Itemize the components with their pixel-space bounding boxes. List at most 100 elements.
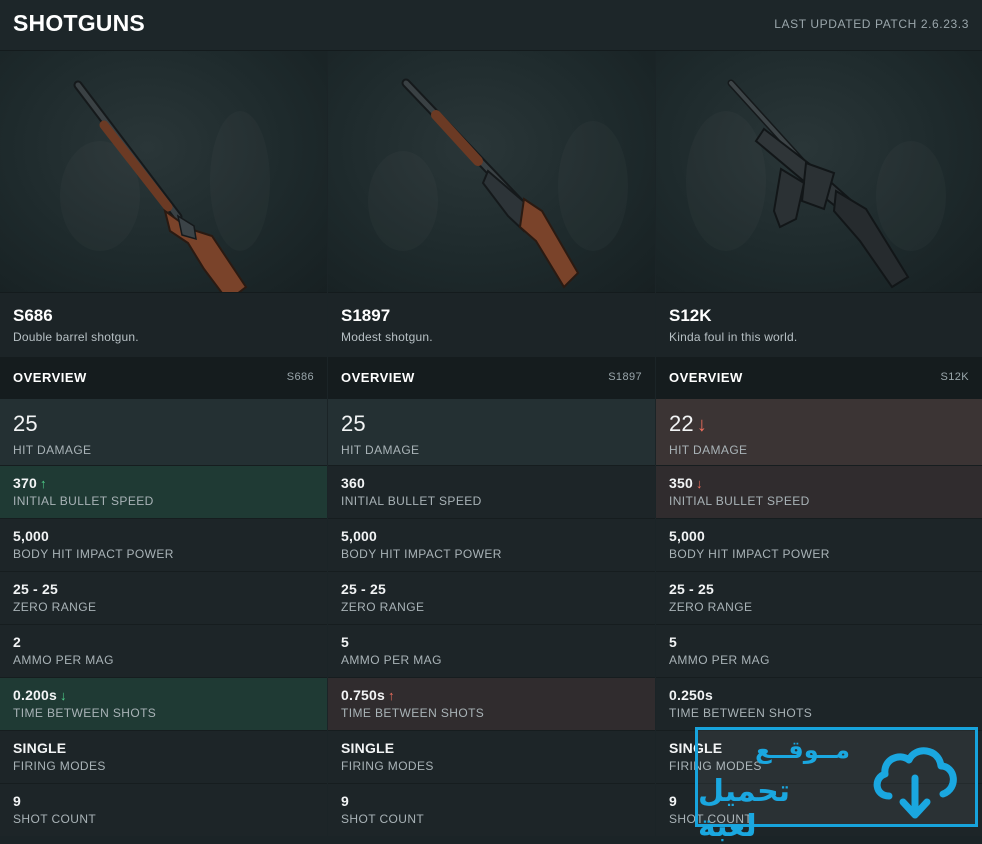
stat-label: TIME BETWEEN SHOTS [669,706,813,720]
stat-initial-bullet-speed: 350 ↓ INITIAL BULLET SPEED [656,465,982,518]
weapon-card[interactable]: S12K Kinda foul in this world. OVERVIEW … [656,51,982,836]
stat-shot-count: 9 SHOT COUNT [0,783,327,836]
stat-label: ZERO RANGE [13,600,97,614]
stat-label: ZERO RANGE [669,600,753,614]
stat-label: HIT DAMAGE [341,443,420,457]
weapon-card[interactable]: S1897 Modest shotgun. OVERVIEW S1897 25 … [328,51,655,836]
weapon-name: S686 [13,306,53,325]
overview-label: OVERVIEW [669,370,743,385]
stat-label: SHOT COUNT [13,812,97,826]
stat-value: 0.750s ↑ [341,687,395,703]
stat-value: SINGLE [341,740,395,756]
stat-label: BODY HIT IMPACT POWER [13,547,174,561]
weapon-description: Kinda foul in this world. [669,330,798,344]
stat-value: 9 [13,793,21,809]
stat-label: INITIAL BULLET SPEED [13,494,154,508]
stat-label: FIRING MODES [13,759,106,773]
stat-zero-range: 25 - 25 ZERO RANGE [656,571,982,624]
overview-tab[interactable]: OVERVIEW S686 [0,357,327,397]
weapon-namecard: S1897 Modest shotgun. [328,292,655,357]
watermark-logo: مــوقــع تحميل لعبة [695,727,978,844]
stat-label: HIT DAMAGE [13,443,92,457]
s12k-shotgun-icon [727,79,910,289]
stat-initial-bullet-speed: 370 ↑ INITIAL BULLET SPEED [0,465,327,518]
stat-shot-count: 9 SHOT COUNT [328,783,655,836]
stat-body-hit-impact-power: 5,000 BODY HIT IMPACT POWER [0,518,327,571]
overview-label: OVERVIEW [341,370,415,385]
arrow-down-icon: ↓ [60,688,67,703]
weapon-code: S686 [286,371,314,383]
stat-value: 5 [669,634,677,650]
weapon-image [0,51,327,292]
stat-value: 25 [13,411,38,436]
stat-value: 5,000 [669,528,706,544]
stat-label: FIRING MODES [341,759,434,773]
stat-ammo-per-mag: 5 AMMO PER MAG [328,624,655,677]
watermark-text-line2: تحميل لعبة [698,774,791,844]
stat-value: 22 ↓ [669,411,708,436]
stat-label: AMMO PER MAG [13,653,114,667]
stat-value: SINGLE [13,740,67,756]
weapon-description: Modest shotgun. [341,330,433,344]
stat-label: HIT DAMAGE [669,443,748,457]
weapon-card[interactable]: S686 Double barrel shotgun. OVERVIEW S68… [0,51,327,836]
s686-shotgun-icon [73,80,248,292]
stat-time-between-shots: 0.200s ↓ TIME BETWEEN SHOTS [0,677,327,730]
stat-value: 5,000 [13,528,50,544]
arrow-up-icon: ↑ [39,476,47,491]
stat-label: SHOT COUNT [341,812,425,826]
stat-hit-damage: 25 HIT DAMAGE [328,397,655,465]
overview-tab[interactable]: OVERVIEW S12K [656,357,982,397]
stat-hit-damage: 22 ↓ HIT DAMAGE [656,397,982,465]
stat-hit-damage: 25 HIT DAMAGE [0,397,327,465]
stat-value: 25 - 25 [13,581,58,597]
weapon-description: Double barrel shotgun. [13,330,139,344]
stat-label: INITIAL BULLET SPEED [341,494,482,508]
overview-tab[interactable]: OVERVIEW S1897 [328,357,655,397]
stat-label: BODY HIT IMPACT POWER [669,547,830,561]
stat-value: 5,000 [341,528,378,544]
stat-value: 25 - 25 [341,581,386,597]
stat-label: TIME BETWEEN SHOTS [341,706,485,720]
stat-value: 5 [341,634,349,650]
stat-label: AMMO PER MAG [341,653,442,667]
stat-value: 350 ↓ [669,475,703,491]
stat-value: 25 - 25 [669,581,714,597]
stat-value: 2 [13,634,21,650]
s1897-shotgun-icon [401,78,580,289]
weapon-namecard: S686 Double barrel shotgun. [0,292,327,357]
weapon-code: S1897 [608,371,642,383]
stat-value: 9 [341,793,349,809]
weapon-columns: S686 Double barrel shotgun. OVERVIEW S68… [0,51,982,836]
stat-value: 360 [341,475,365,491]
patch-info: LAST UPDATED PATCH 2.6.23.3 [774,17,969,31]
weapon-name: S1897 [341,306,391,325]
stat-ammo-per-mag: 5 AMMO PER MAG [656,624,982,677]
stat-label: BODY HIT IMPACT POWER [341,547,502,561]
stat-ammo-per-mag: 2 AMMO PER MAG [0,624,327,677]
watermark-text-line1: مــوقــع [755,736,850,764]
arrow-down-icon: ↓ [696,414,708,436]
cloud-download-icon [873,747,957,819]
stat-zero-range: 25 - 25 ZERO RANGE [328,571,655,624]
page-title: SHOTGUNS [13,10,145,36]
stat-label: INITIAL BULLET SPEED [669,494,810,508]
page-header: SHOTGUNS LAST UPDATED PATCH 2.6.23.3 [0,0,982,51]
stat-body-hit-impact-power: 5,000 BODY HIT IMPACT POWER [328,518,655,571]
stat-firing-modes: SINGLE FIRING MODES [328,730,655,783]
weapon-name: S12K [669,306,712,325]
weapon-image [328,51,655,292]
stat-time-between-shots: 0.250s TIME BETWEEN SHOTS [656,677,982,730]
stat-label: ZERO RANGE [341,600,425,614]
stat-body-hit-impact-power: 5,000 BODY HIT IMPACT POWER [656,518,982,571]
stat-value: 0.250s [669,687,714,703]
stat-value: 25 [341,411,366,436]
overview-label: OVERVIEW [13,370,87,385]
stat-firing-modes: SINGLE FIRING MODES [0,730,327,783]
weapon-namecard: S12K Kinda foul in this world. [656,292,982,357]
stat-initial-bullet-speed: 360 INITIAL BULLET SPEED [328,465,655,518]
weapon-image [656,51,982,292]
stat-time-between-shots: 0.750s ↑ TIME BETWEEN SHOTS [328,677,655,730]
stat-value: 9 [669,793,677,809]
stat-value: 0.200s ↓ [13,687,67,703]
